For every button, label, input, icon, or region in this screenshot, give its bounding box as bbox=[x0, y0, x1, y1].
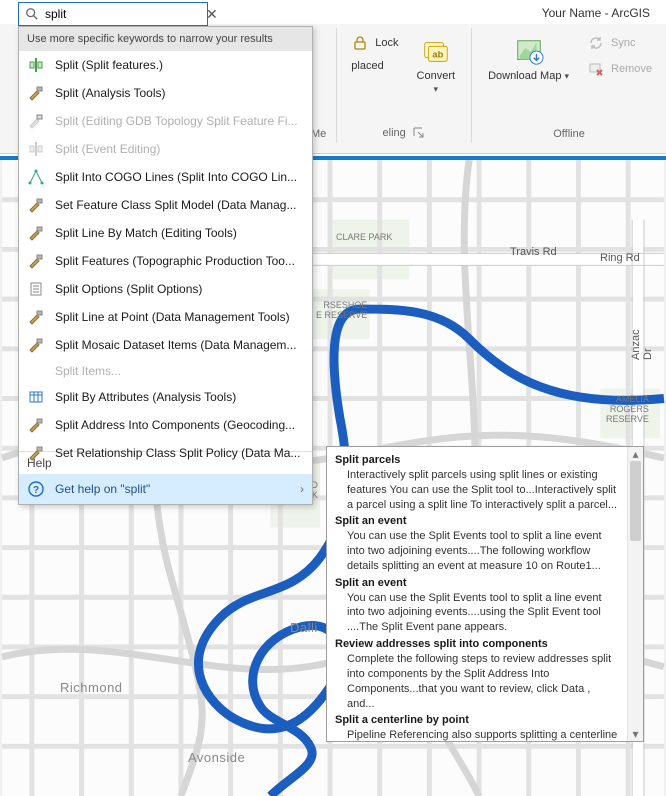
help-topic-body: Pipeline Referencing also supports split… bbox=[347, 728, 619, 741]
help-topic-title[interactable]: Split parcels bbox=[335, 453, 619, 468]
scrollbar[interactable]: ▴ ▾ bbox=[627, 447, 643, 741]
help-topic-body: You can use the Split Events tool to spl… bbox=[347, 529, 619, 574]
lock-icon bbox=[351, 34, 369, 52]
help-topic-title[interactable]: Review addresses split into components bbox=[335, 637, 619, 652]
search-result-label: Split Line By Match (Editing Tools) bbox=[55, 226, 304, 240]
hammer-icon bbox=[27, 112, 45, 130]
search-result: Split (Editing GDB Topology Split Featur… bbox=[19, 107, 312, 135]
road-label: Ring Rd bbox=[600, 252, 640, 264]
search-result: Split (Event Editing) bbox=[19, 135, 312, 163]
scroll-up-icon[interactable]: ▴ bbox=[628, 447, 643, 461]
chevron-right-icon: › bbox=[300, 482, 304, 496]
me-button[interactable]: Me bbox=[311, 128, 326, 140]
search-result-label: Set Relationship Class Split Policy (Dat… bbox=[55, 446, 304, 460]
search-dropdown: Use more specific keywords to narrow you… bbox=[18, 26, 313, 505]
help-results-panel: Split parcelsInteractively split parcels… bbox=[326, 446, 644, 742]
ribbon-group-label: eling bbox=[383, 127, 406, 139]
help-topic-title[interactable]: Split a centerline by point bbox=[335, 713, 619, 728]
search-result[interactable]: Set Feature Class Split Model (Data Mana… bbox=[19, 191, 312, 219]
search-result-label: Split Address Into Components (Geocoding… bbox=[55, 418, 304, 432]
ribbon: ✕ Use more specific keywords to narrow y… bbox=[0, 24, 666, 154]
svg-text:?: ? bbox=[33, 485, 39, 496]
search-result-label: Split (Editing GDB Topology Split Featur… bbox=[55, 114, 304, 128]
search-result-label: Split Mosaic Dataset Items (Data Managem… bbox=[55, 338, 304, 352]
hammer-icon bbox=[27, 416, 45, 434]
search-result[interactable]: Split Features (Topographic Production T… bbox=[19, 247, 312, 275]
scrollbar-thumb[interactable] bbox=[630, 461, 641, 541]
search-hint: Use more specific keywords to narrow you… bbox=[19, 27, 312, 51]
cogo-icon bbox=[27, 168, 45, 186]
clear-search-icon[interactable]: ✕ bbox=[206, 7, 218, 21]
search-result-label: Split (Analysis Tools) bbox=[55, 86, 304, 100]
map-park-label: RSESHOE E RESERVE bbox=[316, 300, 367, 320]
remove-button[interactable]: Remove bbox=[583, 58, 656, 80]
download-map-button[interactable]: Download Map ▾ bbox=[482, 32, 575, 87]
svg-text:ab: ab bbox=[432, 50, 443, 60]
search-result[interactable]: Split Line at Point (Data Management Too… bbox=[19, 303, 312, 331]
search-result-label: Split (Split features.) bbox=[55, 58, 304, 72]
hammer-icon bbox=[27, 84, 45, 102]
search-result-label: Set Feature Class Split Model (Data Mana… bbox=[55, 198, 304, 212]
window-title: Your Name - ArcGIS bbox=[542, 6, 650, 20]
command-search[interactable]: ✕ bbox=[18, 2, 208, 26]
scroll-down-icon[interactable]: ▾ bbox=[628, 727, 643, 741]
search-result-label: Split By Attributes (Analysis Tools) bbox=[55, 390, 304, 404]
map-park-label: AMELIA ROGERS RESERVE bbox=[606, 394, 649, 424]
map-label: Richmond bbox=[60, 680, 123, 695]
road-label: Travis Rd bbox=[510, 246, 557, 258]
hammer-icon bbox=[27, 224, 45, 242]
search-result-label: Split Into COGO Lines (Split Into COGO L… bbox=[55, 170, 304, 184]
hammer-icon bbox=[27, 336, 45, 354]
map-label: Avonside bbox=[188, 750, 245, 765]
search-result-label: Split Line at Point (Data Management Too… bbox=[55, 310, 304, 324]
hammer-icon bbox=[27, 308, 45, 326]
dialog-launcher-icon[interactable] bbox=[412, 126, 426, 140]
search-result[interactable]: Split Line By Match (Editing Tools) bbox=[19, 219, 312, 247]
sync-icon bbox=[587, 34, 605, 52]
search-icon bbox=[25, 7, 39, 21]
search-result: Split Items... bbox=[19, 359, 312, 383]
help-topic-title[interactable]: Split an event bbox=[335, 514, 619, 529]
chevron-down-icon: ▾ bbox=[565, 71, 570, 81]
placed-button[interactable]: placed bbox=[347, 58, 402, 74]
split-tool-icon bbox=[27, 140, 45, 158]
convert-icon: ab bbox=[420, 36, 452, 68]
get-help-label: Get help on "split" bbox=[55, 482, 150, 496]
help-topic-title[interactable]: Split an event bbox=[335, 576, 619, 591]
map-park-label: CLARE PARK bbox=[336, 232, 392, 242]
search-result[interactable]: Split By Attributes (Analysis Tools) bbox=[19, 383, 312, 411]
ribbon-group-label: Offline bbox=[553, 128, 585, 140]
search-result-label: Split Options (Split Options) bbox=[55, 282, 304, 296]
search-result-label: Split (Event Editing) bbox=[55, 142, 304, 156]
search-result[interactable]: Split (Analysis Tools) bbox=[19, 79, 312, 107]
hammer-icon bbox=[27, 252, 45, 270]
chevron-down-icon: ▾ bbox=[434, 84, 439, 94]
road-label: Anzac Dr bbox=[630, 324, 654, 360]
search-result[interactable]: Split (Split features.) bbox=[19, 51, 312, 79]
help-topic-body: You can use the Split Events tool to spl… bbox=[347, 591, 619, 636]
get-help-link[interactable]: ? Get help on "split" › bbox=[19, 474, 312, 504]
help-topic-body: Complete the following steps to review a… bbox=[347, 652, 619, 711]
search-result-label: Split Items... bbox=[55, 364, 304, 378]
search-result[interactable]: Split Options (Split Options) bbox=[19, 275, 312, 303]
search-result[interactable]: Split Into COGO Lines (Split Into COGO L… bbox=[19, 163, 312, 191]
help-topic-body: Interactively split parcels using split … bbox=[347, 468, 619, 513]
hammer-icon bbox=[27, 196, 45, 214]
table-icon bbox=[27, 388, 45, 406]
search-result[interactable]: Split Mosaic Dataset Items (Data Managem… bbox=[19, 331, 312, 359]
doc-icon bbox=[27, 280, 45, 298]
map-label: Dalli bbox=[290, 620, 318, 635]
download-map-icon bbox=[513, 36, 545, 68]
convert-button[interactable]: ab Convert▾ bbox=[411, 32, 462, 100]
search-result[interactable]: Split Address Into Components (Geocoding… bbox=[19, 411, 312, 439]
remove-icon bbox=[587, 60, 605, 78]
search-result-label: Split Features (Topographic Production T… bbox=[55, 254, 304, 268]
help-icon: ? bbox=[27, 480, 45, 498]
command-search-input[interactable] bbox=[45, 7, 200, 21]
split-tool-icon bbox=[27, 56, 45, 74]
sync-button[interactable]: Sync bbox=[583, 32, 656, 54]
lock-button[interactable]: Lock bbox=[347, 32, 402, 54]
